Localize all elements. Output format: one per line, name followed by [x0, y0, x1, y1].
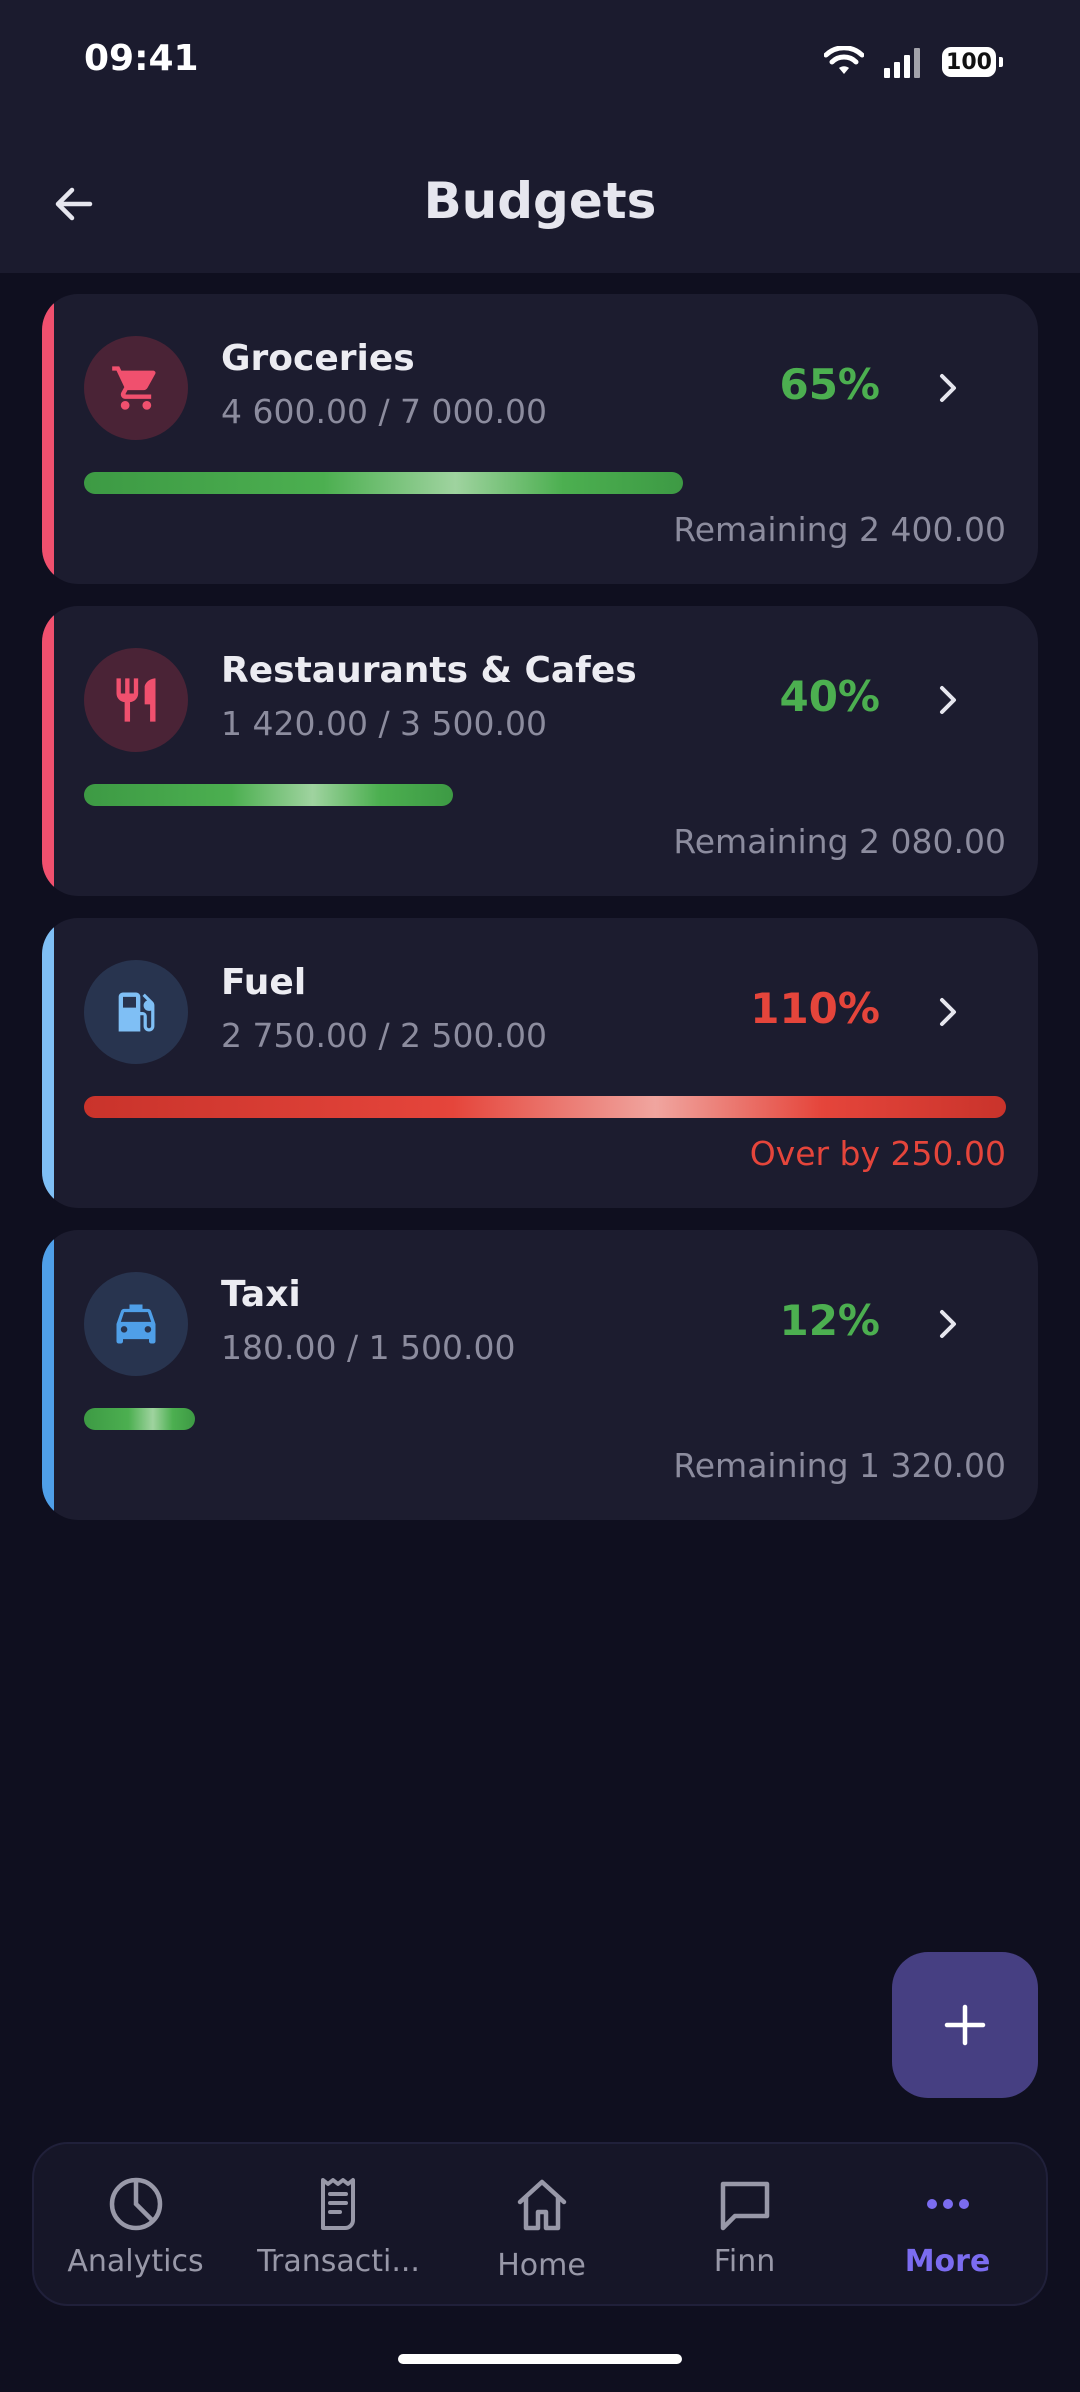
cart-icon [84, 336, 188, 440]
add-budget-button[interactable] [892, 1952, 1038, 2098]
wifi-icon [824, 46, 864, 74]
budget-percent: 40% [779, 672, 880, 721]
nav-item-transactions[interactable]: Transacti... [237, 2144, 440, 2308]
budget-remaining: Remaining 2 400.00 [673, 510, 1006, 549]
fuel-icon [84, 960, 188, 1064]
nav-label: Transacti... [257, 2244, 420, 2279]
budget-progress-fill [84, 1096, 1006, 1118]
budget-name: Restaurants & Cafes [221, 650, 637, 691]
signal-icon [884, 48, 920, 78]
budget-amount: 180.00 / 1 500.00 [221, 1328, 516, 1367]
chevron-right-icon [940, 1310, 956, 1338]
budget-progress-bar [84, 1408, 1006, 1430]
card-accent [42, 606, 54, 896]
budget-card-groceries[interactable]: Groceries 4 600.00 / 7 000.00 65% Remain… [42, 294, 1038, 584]
more-dots-icon [926, 2199, 969, 2209]
budget-name: Groceries [221, 338, 415, 379]
status-bar: 09:41 100 [0, 0, 1080, 120]
budget-card-restaurants[interactable]: Restaurants & Cafes 1 420.00 / 3 500.00 … [42, 606, 1038, 896]
budget-progress-fill [84, 1408, 195, 1430]
nav-label-active: More [904, 2244, 991, 2279]
app-bar: Budgets [0, 120, 1080, 273]
nav-item-more[interactable]: More [846, 2144, 1049, 2308]
budget-name: Fuel [221, 962, 307, 1003]
budget-percent: 110% [750, 984, 880, 1033]
budget-remaining: Remaining 1 320.00 [673, 1446, 1006, 1485]
taxi-icon [84, 1272, 188, 1376]
page-title: Budgets [423, 172, 657, 230]
status-icons: 100 [824, 42, 1003, 82]
budget-name: Taxi [221, 1274, 301, 1315]
nav-item-home[interactable]: Home [440, 2144, 643, 2308]
home-icon [517, 2179, 566, 2231]
budget-percent: 65% [779, 360, 880, 409]
budget-percent: 12% [779, 1296, 880, 1345]
nav-label: Analytics [67, 2244, 204, 2279]
nav-label: Home [497, 2248, 586, 2283]
budget-progress-bar [84, 1096, 1006, 1118]
budget-over: Over by 250.00 [749, 1134, 1006, 1173]
nav-label: Finn [713, 2244, 776, 2279]
budget-progress-bar [84, 784, 1006, 806]
nav-item-finn[interactable]: Finn [643, 2144, 846, 2308]
budget-amount: 1 420.00 / 3 500.00 [221, 704, 548, 743]
budget-amount: 2 750.00 / 2 500.00 [221, 1016, 548, 1055]
receipt-icon [320, 2178, 355, 2230]
home-indicator [398, 2354, 682, 2364]
chevron-right-icon [940, 998, 956, 1026]
nav-item-analytics[interactable]: Analytics [34, 2144, 237, 2308]
status-time: 09:41 [84, 38, 199, 79]
battery-level: 100 [946, 49, 992, 75]
card-accent [42, 918, 54, 1208]
restaurant-icon [84, 648, 188, 752]
pie-chart-icon [109, 2177, 162, 2231]
bottom-nav: Analytics Transacti... Home Finn More [32, 2142, 1048, 2306]
card-accent [42, 294, 54, 584]
plus-icon [944, 2004, 986, 2046]
chevron-right-icon [940, 686, 956, 714]
battery-icon: 100 [942, 47, 1003, 77]
budget-card-fuel[interactable]: Fuel 2 750.00 / 2 500.00 110% Over by 25… [42, 918, 1038, 1208]
budget-remaining: Remaining 2 080.00 [673, 822, 1006, 861]
card-accent [42, 1230, 54, 1520]
chevron-right-icon [940, 374, 956, 402]
budget-progress-fill [84, 472, 684, 494]
chat-icon [720, 2181, 769, 2231]
budget-progress-bar [84, 472, 1006, 494]
budget-amount: 4 600.00 / 7 000.00 [221, 392, 548, 431]
budget-progress-fill [84, 784, 453, 806]
budget-card-taxi[interactable]: Taxi 180.00 / 1 500.00 12% Remaining 1 3… [42, 1230, 1038, 1520]
